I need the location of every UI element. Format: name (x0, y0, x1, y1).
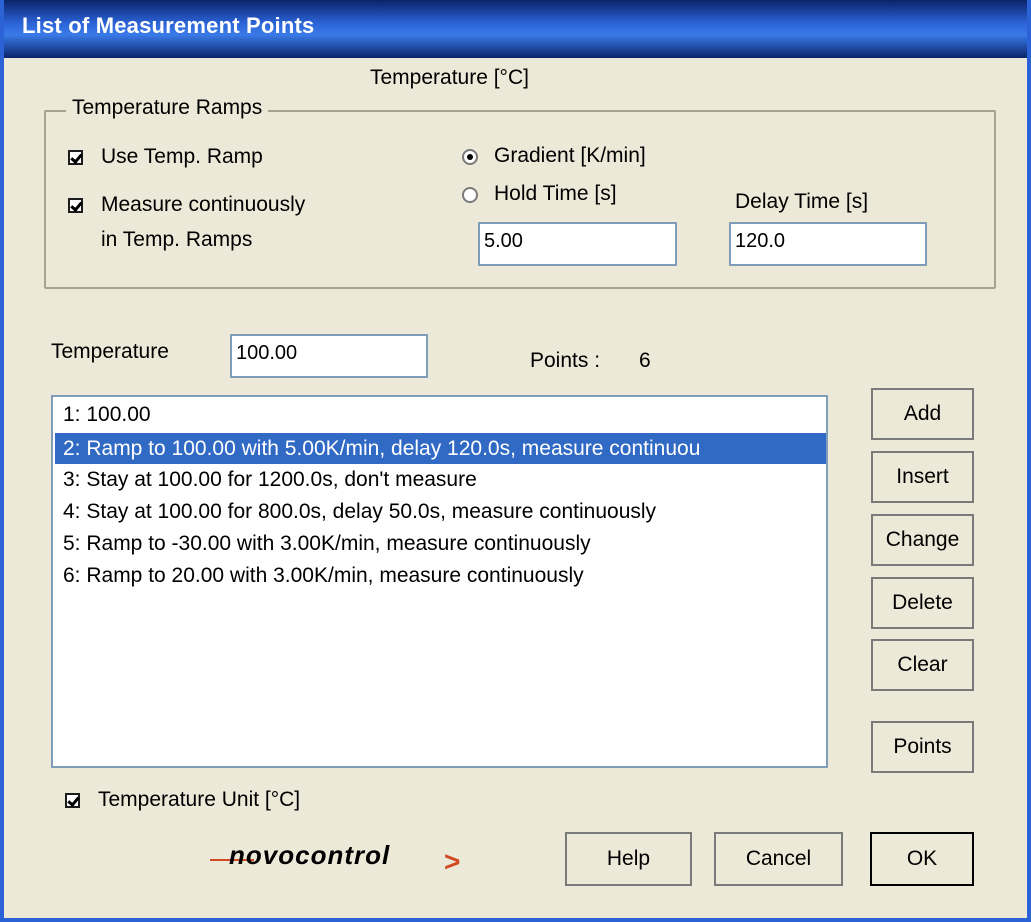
header-label: Temperature [°C] (370, 66, 529, 89)
delay-time-label: Delay Time [s] (735, 190, 869, 213)
measure-continuously-label: Measure continuously (101, 193, 306, 216)
logo-arrow-icon: > (444, 846, 461, 877)
gradient-label: Gradient [K/min] (494, 144, 646, 167)
change-button[interactable]: Change (871, 514, 974, 566)
temperature-input[interactable]: 100.00 (230, 334, 428, 378)
help-button[interactable]: Help (565, 832, 692, 886)
gradient-value-input[interactable]: 5.00 (478, 222, 677, 266)
dialog-window: List of Measurement Points Temperature [… (0, 0, 1031, 922)
clear-button[interactable]: Clear (871, 639, 974, 691)
list-item-selected[interactable]: 2: Ramp to 100.00 with 5.00K/min, delay … (55, 433, 826, 464)
insert-button[interactable]: Insert (871, 451, 974, 503)
use-temp-ramp-checkbox[interactable] (68, 150, 83, 165)
add-button[interactable]: Add (871, 388, 974, 440)
delay-time-input[interactable]: 120.0 (729, 222, 927, 266)
list-item[interactable]: 1: 100.00 (63, 399, 151, 430)
use-temp-ramp-label: Use Temp. Ramp (101, 145, 263, 168)
points-label: Points : (530, 349, 601, 372)
gradient-radio[interactable] (462, 149, 478, 165)
list-item[interactable]: 4: Stay at 100.00 for 800.0s, delay 50.0… (63, 496, 656, 527)
hold-time-label: Hold Time [s] (494, 182, 617, 205)
title-bar[interactable]: List of Measurement Points (4, 0, 1027, 58)
cancel-button[interactable]: Cancel (714, 832, 843, 886)
delete-button[interactable]: Delete (871, 577, 974, 629)
list-item[interactable]: 5: Ramp to -30.00 with 3.00K/min, measur… (63, 528, 591, 559)
list-item[interactable]: 6: Ramp to 20.00 with 3.00K/min, measure… (63, 560, 584, 591)
window-title: List of Measurement Points (22, 13, 315, 38)
points-button[interactable]: Points (871, 721, 974, 773)
group-legend: Temperature Ramps (66, 96, 269, 120)
measurement-points-list[interactable]: 1: 100.00 2: Ramp to 100.00 with 5.00K/m… (51, 395, 828, 768)
measure-continuously-checkbox[interactable] (68, 198, 83, 213)
novocontrol-logo: novocontrol (229, 840, 391, 870)
points-count: 6 (639, 349, 651, 372)
ok-button[interactable]: OK (870, 832, 974, 886)
measure-continuously-label-2: in Temp. Ramps (101, 228, 253, 251)
list-item[interactable]: 3: Stay at 100.00 for 1200.0s, don't mea… (63, 464, 477, 495)
temperature-label: Temperature (51, 340, 169, 363)
temperature-unit-label: Temperature Unit [°C] (98, 788, 301, 811)
hold-time-radio[interactable] (462, 187, 478, 203)
temperature-unit-checkbox[interactable] (65, 793, 80, 808)
